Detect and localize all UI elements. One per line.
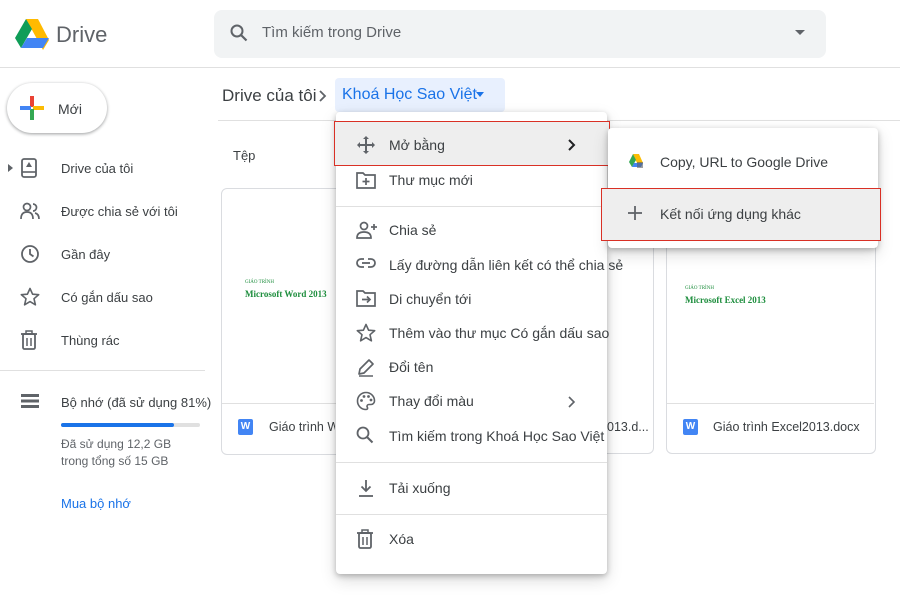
menu-item-delete[interactable] [336,522,607,560]
star-icon [356,323,376,343]
sidebar-item-label: Được chia sẻ với tôi [61,204,178,219]
menu-item-download[interactable] [336,470,607,508]
sidebar-item-label: Drive của tôi [61,161,134,176]
trash-icon [20,330,38,350]
files-heading: Tệp [233,148,256,163]
header-divider [0,67,900,68]
search-options-caret-icon[interactable] [795,30,805,35]
thumbnail-title: Microsoft Excel 2013 [685,295,766,305]
open-with-submenu: Copy, URL to Google Drive Kết nối ứng dụ… [601,128,881,248]
my-drive-icon [20,158,38,178]
chevron-right-icon [318,86,328,106]
menu-item-label: Chia sẻ [389,222,437,238]
search-input[interactable] [262,24,762,41]
word-doc-icon: W [238,419,253,435]
storage-progress-bar [61,423,200,427]
menu-divider [336,514,607,515]
palette-icon [356,391,376,411]
breadcrumb-root[interactable]: Drive của tôi [222,86,316,106]
menu-item-label: Thêm vào thư mục Có gắn dấu sao [389,325,610,341]
submenu-item-label: Kết nối ứng dụng khác [660,206,801,222]
new-button-label: Mới [58,101,82,117]
move-to-icon [356,289,376,307]
star-icon [20,287,40,307]
sidebar-item-label: Có gắn dấu sao [61,290,153,305]
card-divider [222,403,336,404]
menu-divider [336,462,607,463]
card-divider [667,403,874,404]
search-icon[interactable] [230,24,248,42]
menu-item-rename[interactable] [336,350,607,384]
menu-item-label: Lấy đường dẫn liên kết có thể chia sẻ [389,257,624,273]
submenu-item-label: Copy, URL to Google Drive [660,154,829,170]
new-folder-icon [356,171,376,189]
shared-users-icon [20,202,40,220]
rename-pencil-icon [356,357,376,377]
folder-dropdown-caret-icon[interactable] [476,92,484,97]
buy-storage-link[interactable]: Mua bộ nhớ [61,496,131,511]
menu-divider [336,206,607,207]
menu-item-label: Xóa [389,531,414,547]
clock-icon [20,244,40,264]
menu-item-label: Mở bằng [389,137,445,153]
storage-label[interactable]: Bộ nhớ (đã sử dụng 81%) [61,395,211,410]
download-icon [356,478,376,498]
trash-icon [356,529,374,549]
file-name: Giáo trình Excel2013.docx [713,420,860,434]
storage-detail: Đã sử dụng 12,2 GB trong tổng số 15 GB [61,437,172,468]
menu-item-label: Di chuyển tới [389,291,472,307]
sidebar-item-label: Thùng rác [61,333,120,348]
thumbnail-subtitle: GIÁO TRÌNH [685,286,714,291]
sidebar-divider [0,370,205,371]
menu-item-label: Đổi tên [389,359,434,375]
menu-item-label: Tìm kiếm trong Khoá Học Sao Việt [389,428,605,444]
drive-logo-icon[interactable] [15,16,49,50]
file-name: Giáo trình Wo [269,420,335,434]
file-name-partial: 013.d... [607,420,649,434]
menu-item-label: Thay đổi màu [389,393,474,409]
submenu-arrow-icon [567,136,577,154]
menu-item-move-to[interactable] [336,282,607,316]
sidebar-item-label: Gần đây [61,247,111,262]
thumbnail-subtitle: GIÁO TRÌNH [245,280,274,285]
context-menu: Mở bằng Thư mục mới Chia sẻ Lấy đường dẫ… [334,112,623,574]
menu-item-label: Thư mục mới [389,172,473,188]
plus-icon [20,96,44,120]
search-icon [356,426,374,444]
open-with-icon [356,135,376,155]
word-doc-icon: W [683,419,698,435]
link-icon [356,257,376,269]
plus-icon [627,205,643,221]
app-icon [628,153,644,169]
brand-name[interactable]: Drive [56,22,107,48]
share-person-icon [356,221,378,239]
storage-icon [20,393,40,409]
thumbnail-title: Microsoft Word 2013 [245,289,327,299]
submenu-arrow-icon [567,393,577,411]
storage-progress-fill [61,423,174,427]
menu-item-label: Tải xuống [389,480,451,496]
